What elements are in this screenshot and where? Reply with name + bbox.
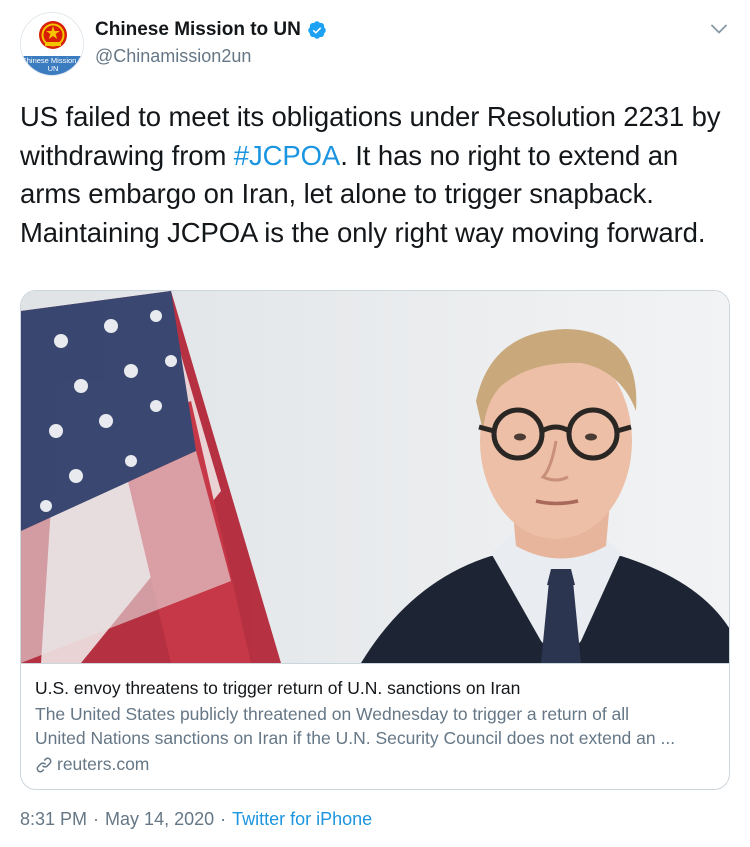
tweet-meta: 8:31 PM · May 14, 2020 · Twitter for iPh… xyxy=(20,809,372,830)
display-name[interactable]: Chinese Mission to UN xyxy=(95,19,301,41)
avatar-label: Chinese Mission to UN xyxy=(21,56,84,73)
card-domain-text: reuters.com xyxy=(57,754,150,774)
meta-separator: · xyxy=(93,809,100,829)
chevron-down-icon xyxy=(711,24,727,34)
tweet-text: US failed to meet its obligations under … xyxy=(20,98,732,252)
hashtag-link[interactable]: #JCPOA xyxy=(234,140,340,171)
tweet-date[interactable]: May 14, 2020 xyxy=(105,809,214,830)
card-description-line: United Nations sanctions on Iran if the … xyxy=(35,728,676,748)
tweet-source-link[interactable]: Twitter for iPhone xyxy=(232,809,372,830)
verified-badge-icon xyxy=(307,20,327,40)
tweet-menu-button[interactable] xyxy=(708,18,730,40)
card-description-line: The United States publicly threatened on… xyxy=(35,704,630,724)
avatar[interactable]: Chinese Mission to UN xyxy=(20,12,84,76)
card-title: U.S. envoy threatens to trigger return o… xyxy=(35,678,521,698)
card-description: The United States publicly threatened on… xyxy=(35,702,717,750)
card-image xyxy=(21,291,729,663)
user-handle[interactable]: @Chinamission2un xyxy=(95,46,327,67)
link-preview-card[interactable]: U.S. envoy threatens to trigger return o… xyxy=(20,290,730,790)
link-icon xyxy=(35,756,53,774)
card-domain: reuters.com xyxy=(35,754,717,775)
meta-separator: · xyxy=(220,809,227,829)
tweet-time[interactable]: 8:31 PM xyxy=(20,809,87,830)
card-body: U.S. envoy threatens to trigger return o… xyxy=(21,663,729,789)
tweet-header: Chinese Mission to UN @Chinamission2un xyxy=(95,17,327,67)
